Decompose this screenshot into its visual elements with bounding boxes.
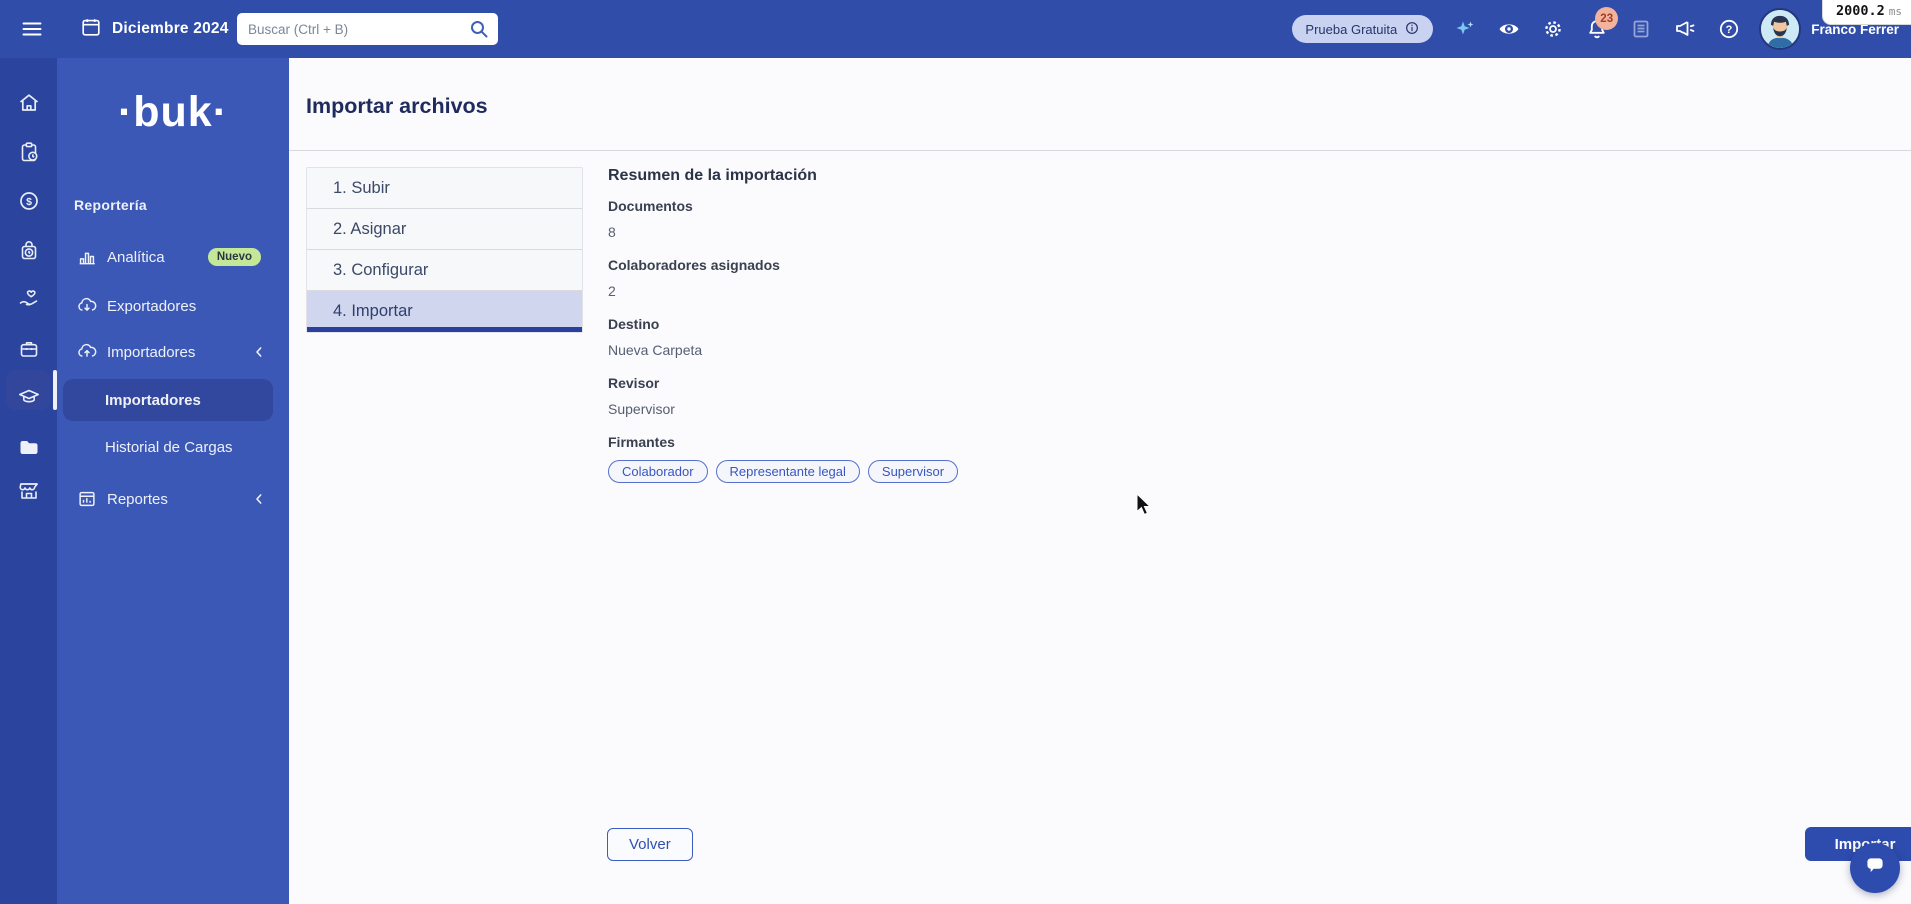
storefront-icon[interactable] [17,479,41,503]
title-divider [289,150,1911,151]
eye-icon[interactable] [1497,17,1521,41]
search-input[interactable] [237,22,467,37]
clipboard-clock-icon[interactable] [17,140,41,164]
step-configurar[interactable]: 3. Configurar [307,250,582,291]
svg-text:?: ? [1726,24,1733,36]
field-value-revisor: Supervisor [608,401,1248,418]
sidebar-item-analitica[interactable]: Analítica Nuevo [57,237,289,277]
step-importar[interactable]: 4. Importar [307,291,582,332]
field-value-documentos: 8 [608,224,1248,241]
chat-bubble-icon [1862,853,1888,884]
sidebar-section-label: Reportería [74,197,147,213]
performance-badge: 2000.2 ms [1822,0,1911,25]
briefcase-icon[interactable] [17,336,41,360]
icon-rail: $ [0,58,57,904]
step-subir[interactable]: 1. Subir [307,168,582,209]
coin-icon[interactable]: $ [17,189,41,213]
main-content: Importar archivos 1. Subir 2. Asignar 3.… [289,58,1911,904]
chevron-left-icon [251,344,267,360]
firmantes-chips: Colaborador Representante legal Supervis… [608,460,1248,483]
back-button[interactable]: Volver [607,828,693,861]
page-title: Importar archivos [306,94,488,119]
sidebar-subitem-label: Importadores [105,392,201,409]
home-icon[interactable] [17,91,41,115]
chip-colaborador: Colaborador [608,460,708,483]
chat-launcher-button[interactable] [1850,843,1900,893]
period-selector[interactable]: Diciembre 2024 [80,0,229,58]
field-label-documentos: Documentos [608,198,1248,215]
sparkles-icon[interactable] [1453,17,1477,41]
trial-badge[interactable]: Prueba Gratuita [1292,15,1433,43]
cloud-upload-icon [76,341,98,363]
megaphone-icon[interactable] [1673,17,1697,41]
user-avatar[interactable] [1759,8,1801,50]
nuevo-badge: Nuevo [208,248,261,266]
gear-icon[interactable] [1541,17,1565,41]
info-icon [1404,20,1420,39]
folder-icon[interactable] [17,436,41,460]
graduation-cap-icon[interactable] [17,385,41,409]
field-label-destino: Destino [608,316,1248,333]
sidebar-item-reportes[interactable]: Reportes [57,479,289,519]
summary-heading: Resumen de la importación [608,166,1248,186]
cloud-download-icon [76,295,98,317]
import-summary: Resumen de la importación Documentos 8 C… [608,166,1248,483]
notifications-bell-icon[interactable]: 23 [1585,17,1609,41]
calendar-icon [80,16,102,43]
global-search [237,13,498,45]
field-label-revisor: Revisor [608,375,1248,392]
hand-heart-icon[interactable] [17,287,41,311]
sidebar-subitem-historial-de-cargas[interactable]: Historial de Cargas [57,427,289,467]
sidebar-item-exportadores[interactable]: Exportadores [57,286,289,326]
hamburger-menu-icon[interactable] [20,17,44,41]
field-label-firmantes: Firmantes [608,434,1248,451]
sidebar-item-label: Reportes [107,491,168,508]
bag-clock-icon[interactable] [17,238,41,262]
topbar-actions: Prueba Gratuita 23 ? [1292,0,1899,58]
sidebar-item-label: Exportadores [107,298,196,315]
field-value-colaboradores: 2 [608,283,1248,300]
trial-badge-label: Prueba Gratuita [1305,22,1397,37]
bar-chart-icon [76,246,98,268]
sidebar-item-label: Analítica [107,249,165,266]
topbar: Diciembre 2024 Prueba Gratuita 23 [0,0,1911,58]
chevron-left-icon [251,491,267,507]
svg-text:$: $ [26,196,32,208]
sidebar-item-label: Importadores [107,344,195,361]
notifications-count-badge: 23 [1595,7,1618,30]
chip-supervisor: Supervisor [868,460,958,483]
search-icon[interactable] [467,17,491,41]
performance-value: 2000.2 [1836,3,1885,19]
field-value-destino: Nueva Carpeta [608,342,1248,359]
field-label-colaboradores: Colaboradores asignados [608,257,1248,274]
help-icon[interactable]: ? [1717,17,1741,41]
sidebar-subitem-importadores[interactable]: Importadores [57,380,289,420]
document-icon[interactable] [1629,17,1653,41]
report-icon [76,488,98,510]
performance-unit: ms [1889,5,1902,18]
chip-representante-legal: Representante legal [716,460,860,483]
sidebar-item-importadores[interactable]: Importadores [57,332,289,372]
step-asignar[interactable]: 2. Asignar [307,209,582,250]
sidebar-menu: ·buk· Reportería Analítica Nuevo Exporta… [57,58,289,904]
wizard-steps: 1. Subir 2. Asignar 3. Configurar 4. Imp… [306,167,583,333]
buk-logo: ·buk· [57,88,289,137]
sidebar-subitem-label: Historial de Cargas [105,439,233,456]
period-label: Diciembre 2024 [112,20,229,38]
sidebar: $ ·buk· Reportería Analítica Nuevo [0,58,289,904]
